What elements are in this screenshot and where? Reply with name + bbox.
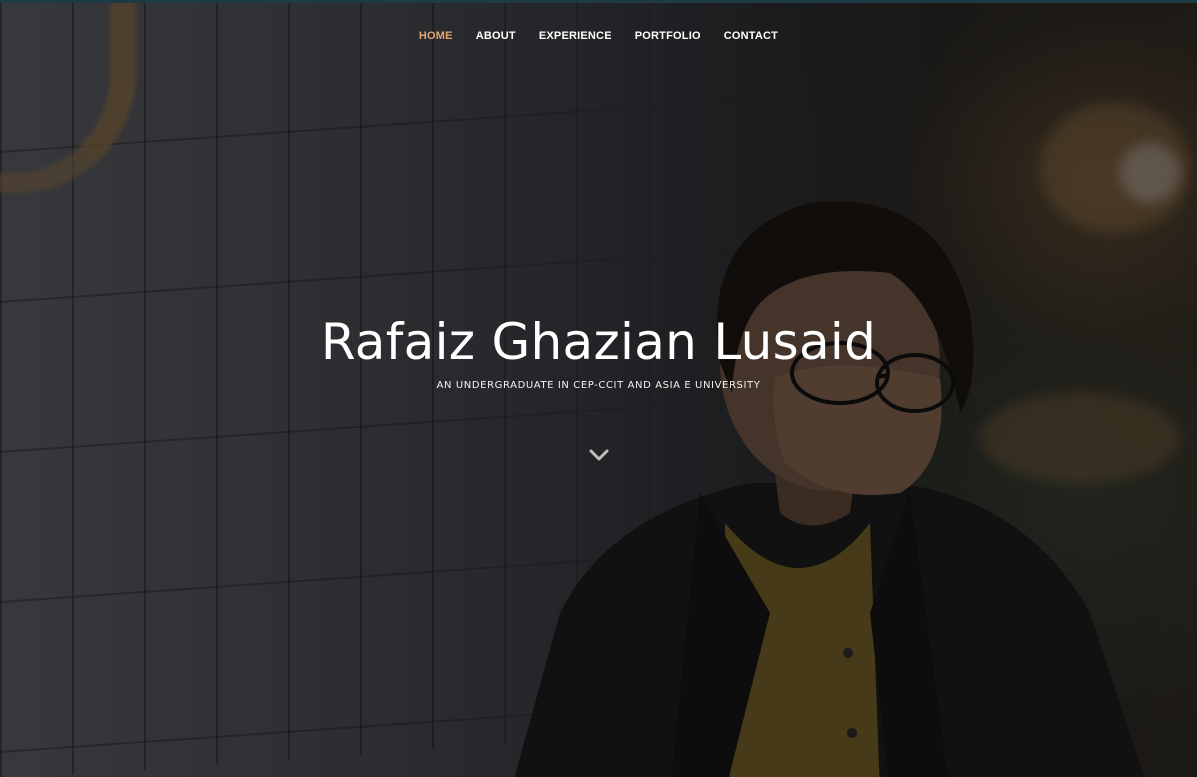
nav-item-experience[interactable]: EXPERIENCE (539, 30, 612, 42)
nav-item-contact[interactable]: CONTACT (724, 30, 778, 42)
nav-item-home[interactable]: HOME (419, 30, 453, 42)
hero-section: HOME ABOUT EXPERIENCE PORTFOLIO CONTACT … (0, 0, 1197, 777)
nav-item-about[interactable]: ABOUT (476, 30, 516, 42)
hero-subtitle: AN UNDERGRADUATE IN CEP-CCIT AND ASIA E … (436, 380, 761, 391)
hero-headline: Rafaiz Ghazian Lusaid AN UNDERGRADUATE I… (0, 308, 1197, 391)
page-title: Rafaiz Ghazian Lusaid (320, 313, 877, 371)
nav-item-portfolio[interactable]: PORTFOLIO (635, 30, 701, 42)
main-nav: HOME ABOUT EXPERIENCE PORTFOLIO CONTACT (0, 30, 1197, 42)
chevron-down-icon (589, 449, 609, 461)
scroll-down-button[interactable] (587, 443, 611, 467)
